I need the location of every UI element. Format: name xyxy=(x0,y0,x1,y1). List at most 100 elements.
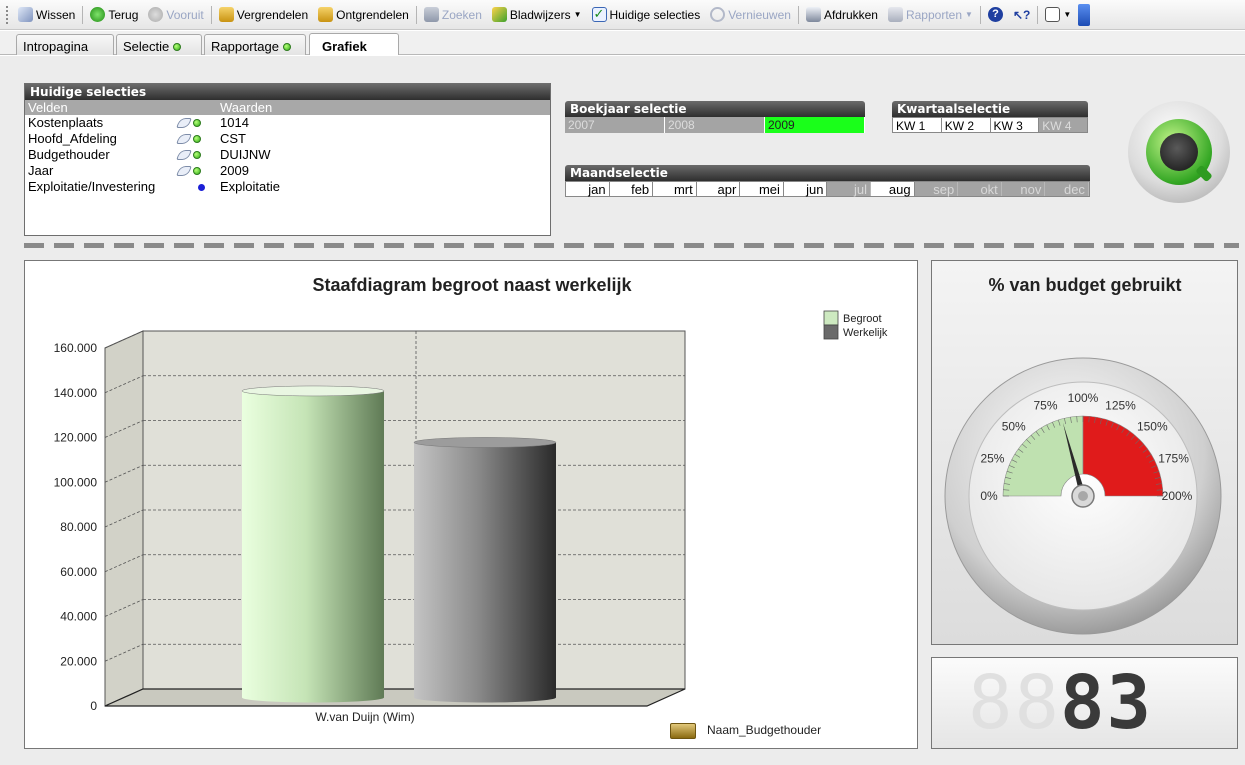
eraser-icon xyxy=(18,7,33,22)
toolbar-separator xyxy=(1037,5,1039,24)
wissen-button[interactable]: Wissen xyxy=(13,4,80,26)
tab-status-dot xyxy=(282,42,291,51)
help-button[interactable]: ? xyxy=(983,4,1008,26)
bar-chart-title: Staafdiagram begroot naast werkelijk xyxy=(312,275,632,295)
selection-row[interactable]: Kostenplaats 1014 xyxy=(25,115,550,131)
bar-werkelijk[interactable] xyxy=(413,437,557,703)
y-tick-label: 0 xyxy=(90,699,97,713)
gauge-tick-label: 125% xyxy=(1105,398,1136,412)
month-option[interactable]: nov xyxy=(1001,182,1046,197)
clear-selection-icon[interactable] xyxy=(176,134,192,144)
month-option[interactable]: feb xyxy=(609,182,654,197)
tab-intropagina[interactable]: Intropagina xyxy=(16,34,114,55)
bar-chart-panel: Staafdiagram begroot naast werkelijk 0 20… xyxy=(24,260,918,749)
legend-swatch xyxy=(823,310,839,326)
vernieuwen-button[interactable]: Vernieuwen xyxy=(705,4,796,26)
month-option[interactable]: sep xyxy=(914,182,959,197)
fields-column-header: Velden xyxy=(28,100,68,115)
dimension-label: Naam_Budgethouder xyxy=(707,723,821,737)
legend-label: Begroot xyxy=(843,313,882,325)
month-option[interactable]: dec xyxy=(1045,182,1089,197)
selection-field: Jaar xyxy=(28,163,54,178)
selection-value: Exploitatie xyxy=(220,179,280,194)
dashed-separator xyxy=(24,243,1239,248)
selection-status-dot xyxy=(193,151,201,159)
clear-selection-icon[interactable] xyxy=(176,118,192,128)
dropdown-arrow-icon: ▼ xyxy=(1063,10,1072,19)
report-icon xyxy=(887,7,903,22)
plot-floor xyxy=(104,688,686,707)
afdrukken-button[interactable]: Afdrukken xyxy=(801,4,883,26)
tab-rapportage[interactable]: Rapportage xyxy=(204,34,306,55)
current-selections-title: Huidige selecties xyxy=(25,84,550,100)
gauge-tick-label: 100% xyxy=(1068,391,1099,405)
toolbar-grip[interactable] xyxy=(6,5,9,24)
quarter-option[interactable]: KW 2 xyxy=(941,118,991,133)
month-option[interactable]: jul xyxy=(827,182,872,197)
printer-icon xyxy=(805,7,821,22)
tab-selectie[interactable]: Selectie xyxy=(116,34,202,55)
quarter-option[interactable]: KW 4 xyxy=(1039,118,1087,133)
huidige-selecties-button[interactable]: ✓ Huidige selecties xyxy=(587,4,706,26)
forward-arrow-icon xyxy=(148,7,164,22)
gauge-tick-label: 50% xyxy=(1002,420,1026,434)
quarter-option[interactable]: KW 3 xyxy=(990,118,1040,133)
pointer-help-icon: ↖? xyxy=(1012,7,1031,22)
bladwijzers-button[interactable]: Bladwijzers ▼ xyxy=(487,4,587,26)
y-tick-label: 40.000 xyxy=(60,610,97,624)
budget-gauge: % van budget gebruikt 0% 25% 50% 75% 100% 125… xyxy=(944,275,1222,635)
qlikview-logo-tail xyxy=(1195,164,1213,183)
toolbar-separator xyxy=(979,5,981,24)
fiscal-year-option[interactable]: 2008 xyxy=(665,117,765,133)
qlikview-logo xyxy=(1128,101,1230,203)
dropdown-arrow-icon: ▼ xyxy=(965,10,973,19)
vooruit-button[interactable]: Vooruit xyxy=(143,4,208,26)
y-tick-label: 100.000 xyxy=(54,475,98,489)
selection-field: Kostenplaats xyxy=(28,115,104,130)
quarter-listbox: Kwartaalselectie KW 1 KW 2 KW 3 KW 4 xyxy=(892,101,1088,135)
legend-swatch xyxy=(823,324,839,340)
toolbar-options-button[interactable]: ▼ xyxy=(1040,4,1076,26)
month-option[interactable]: okt xyxy=(958,182,1002,197)
selection-row[interactable]: Exploitatie/Investering Exploitatie xyxy=(25,179,550,195)
y-tick-label: 20.000 xyxy=(60,654,97,668)
selection-field: Exploitatie/Investering xyxy=(28,179,156,194)
month-option[interactable]: jan xyxy=(566,182,610,197)
bar-begroot[interactable] xyxy=(241,385,385,703)
fiscal-year-option[interactable]: 2007 xyxy=(565,117,665,133)
window-icon xyxy=(1045,7,1061,22)
dropdown-arrow-icon: ▼ xyxy=(573,10,582,19)
quarter-title: Kwartaalselectie xyxy=(892,101,1088,117)
selection-value: 2009 xyxy=(220,163,249,178)
month-option[interactable]: jun xyxy=(783,182,828,197)
sheet-workspace: Huidige selecties Velden Waarden Kostenp… xyxy=(0,56,1245,765)
month-option[interactable]: mei xyxy=(740,182,784,197)
vergrendelen-button[interactable]: Vergrendelen xyxy=(214,4,313,26)
month-option[interactable]: aug xyxy=(871,182,915,197)
month-listbox: Maandselectie jan feb mrt apr mei jun ju… xyxy=(565,165,1090,199)
zoeken-button[interactable]: Zoeken xyxy=(419,4,487,26)
month-option[interactable]: apr xyxy=(696,182,741,197)
selection-row[interactable]: Budgethouder DUIJNW xyxy=(25,147,550,163)
quarter-option[interactable]: KW 1 xyxy=(893,118,942,133)
clear-selection-icon[interactable] xyxy=(176,150,192,160)
rapporten-button[interactable]: Rapporten ▼ xyxy=(883,4,978,26)
ontgrendelen-button[interactable]: Ontgrendelen xyxy=(313,4,414,26)
gauge-tick-label: 75% xyxy=(1033,398,1057,412)
selection-row[interactable]: Jaar 2009 xyxy=(25,163,550,179)
cycle-dimension-button[interactable] xyxy=(670,723,696,739)
x-category-label: W.van Duijn (Wim) xyxy=(315,710,414,724)
toolbar-overflow-button[interactable] xyxy=(1078,3,1091,26)
tab-status-dot xyxy=(173,42,182,51)
fiscal-year-listbox: Boekjaar selectie 2007 2008 2009 xyxy=(565,101,865,135)
selection-row[interactable]: Hoofd_Afdeling CST xyxy=(25,131,550,147)
context-help-button[interactable]: ↖? xyxy=(1008,4,1035,26)
fiscal-year-option[interactable]: 2009 xyxy=(765,117,865,133)
tab-grafiek[interactable]: Grafiek xyxy=(309,33,399,55)
selection-value: CST xyxy=(220,131,246,146)
clear-selection-icon[interactable] xyxy=(176,166,192,176)
terug-button[interactable]: Terug xyxy=(85,4,143,26)
month-option[interactable]: mrt xyxy=(653,182,697,197)
led-value: 83 xyxy=(1060,660,1154,746)
selection-value: DUIJNW xyxy=(220,147,271,162)
